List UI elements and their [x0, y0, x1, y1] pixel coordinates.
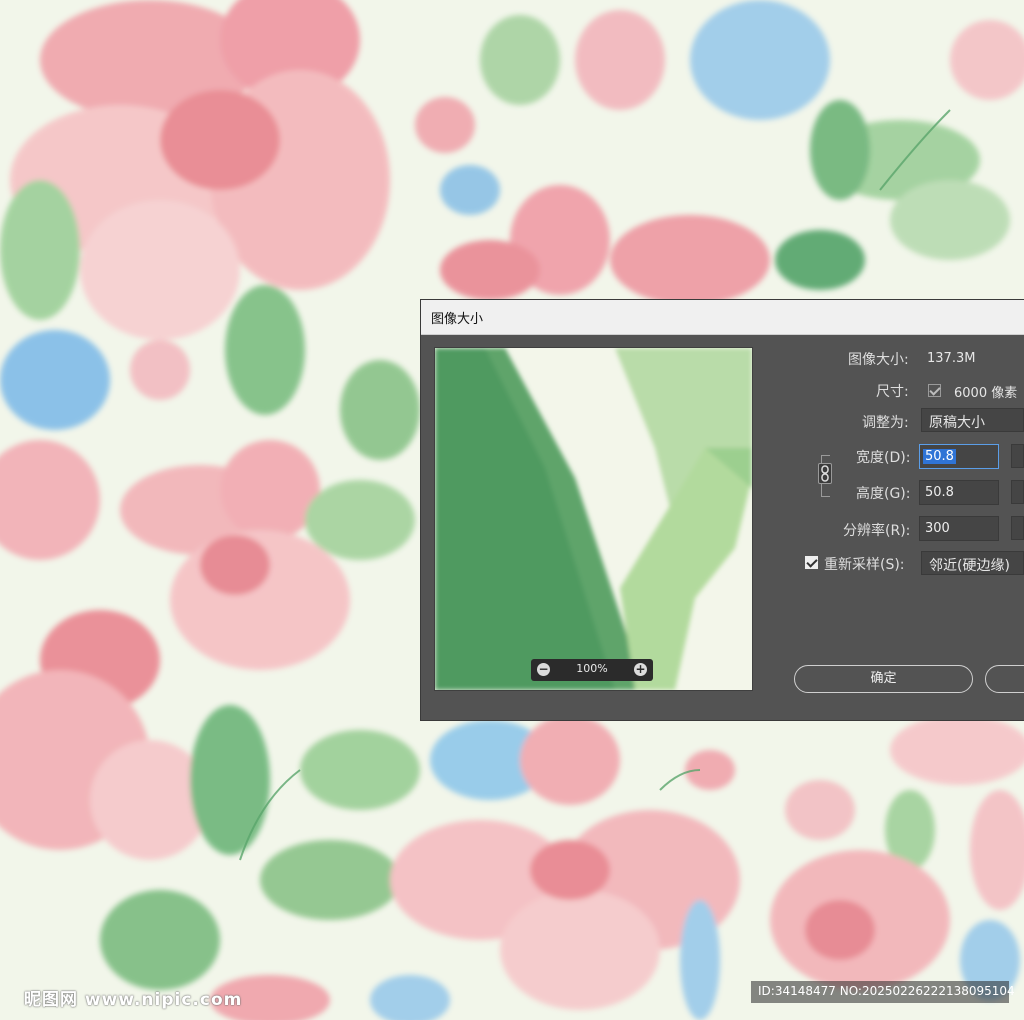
resolution-value: 300 [925, 521, 950, 536]
dialog-titlebar[interactable]: 图像大小 [421, 300, 1024, 335]
resample-checkbox[interactable] [805, 556, 818, 569]
zoom-out-icon[interactable]: − [537, 663, 550, 676]
cancel-button[interactable] [985, 665, 1024, 693]
height-input[interactable]: 50.8 [919, 480, 999, 505]
ok-button[interactable]: 确定 [794, 665, 973, 693]
resolution-unit-select[interactable] [1011, 516, 1024, 540]
height-label: 高度(G): [856, 486, 911, 502]
dialog-title: 图像大小 [431, 312, 484, 327]
image-size-dialog: 图像大小 − 100% + 图像大小: 137.3M 尺寸: 6000 像素 调… [421, 300, 1024, 720]
resample-value: 邻近(硬边缘) [929, 558, 1010, 574]
width-label: 宽度(D): [856, 450, 911, 466]
id-watermark: ID:34148477 NO:20250226222138095104 [751, 981, 1015, 1003]
preview-zoom-bar: − 100% + [531, 659, 653, 681]
site-watermark: 昵图网 www.nipic.com [24, 990, 243, 1010]
resample-select[interactable]: 邻近(硬边缘) [921, 551, 1024, 575]
fit-to-value: 原稿大小 [929, 415, 985, 431]
width-unit-select[interactable] [1011, 444, 1024, 468]
resolution-input[interactable]: 300 [919, 516, 999, 541]
dimensions-value: 6000 像素 [954, 386, 1018, 401]
height-value: 50.8 [925, 485, 954, 500]
dimensions-label: 尺寸: [876, 384, 909, 400]
image-size-label: 图像大小: [848, 352, 909, 368]
image-size-value: 137.3M [927, 351, 976, 366]
width-input[interactable]: 50.8 [919, 444, 999, 469]
width-value: 50.8 [923, 449, 956, 464]
fit-to-label: 调整为: [862, 415, 909, 431]
id-watermark-text: ID:34148477 NO:20250226222138095104 [758, 984, 1015, 998]
resample-label: 重新采样(S): [824, 557, 905, 573]
image-preview[interactable] [434, 347, 753, 691]
dimensions-dropdown-icon[interactable] [928, 384, 941, 397]
fit-to-select[interactable]: 原稿大小 [921, 408, 1024, 432]
resolution-label: 分辨率(R): [843, 523, 911, 539]
link-icon[interactable] [818, 463, 832, 484]
preview-image [435, 348, 752, 690]
zoom-in-icon[interactable]: + [634, 663, 647, 676]
zoom-level: 100% [576, 662, 608, 675]
height-unit-select[interactable] [1011, 480, 1024, 504]
